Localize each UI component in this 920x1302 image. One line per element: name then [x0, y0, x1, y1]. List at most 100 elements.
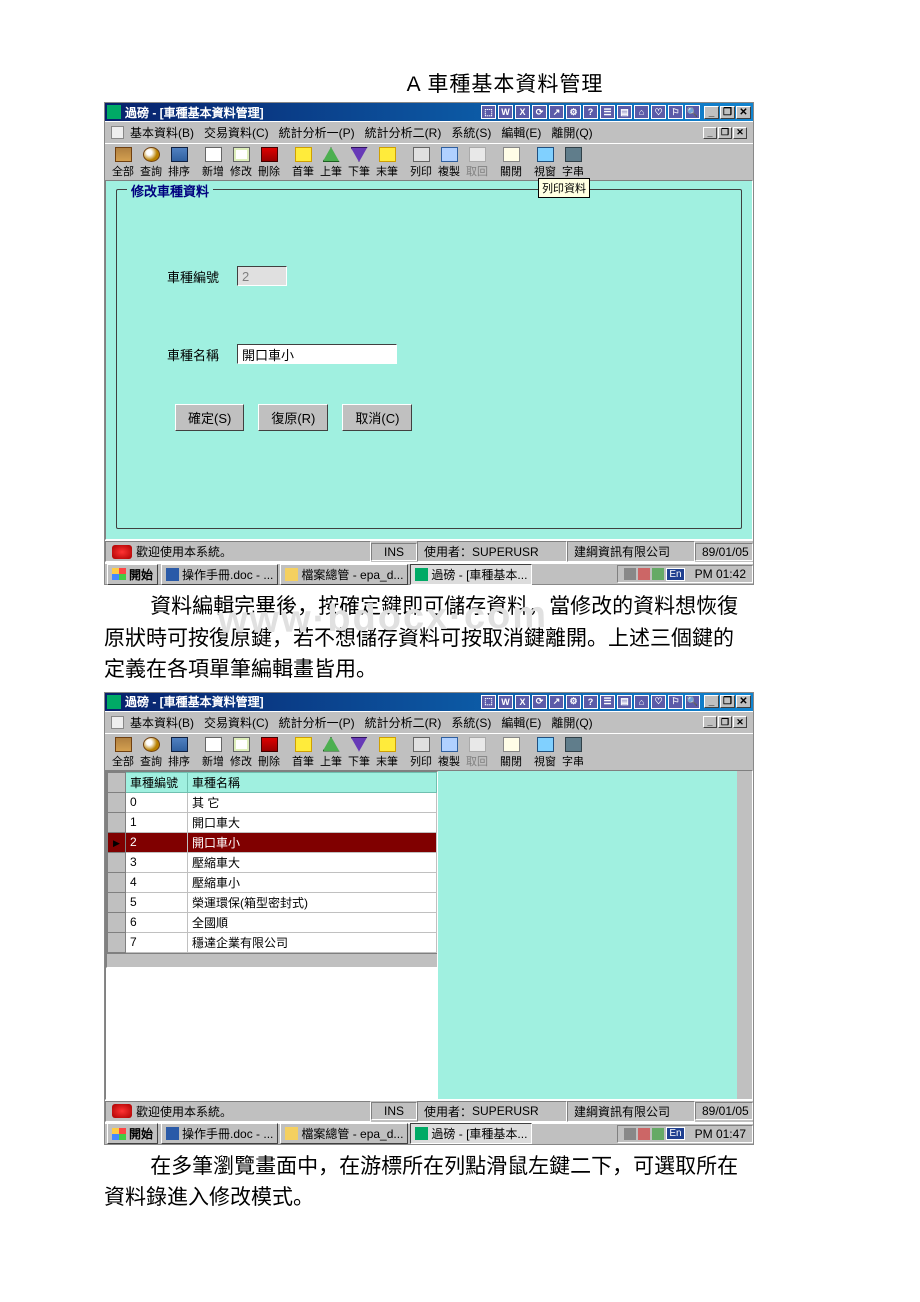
toolbar-next-button[interactable]: 下筆 — [345, 146, 373, 180]
toolbar-mod-button[interactable]: 修改 — [227, 736, 255, 770]
toolbar-print-button[interactable]: 列印 — [407, 736, 435, 770]
menu-basic[interactable]: 基本資料(B) — [130, 124, 194, 141]
toolbar-print-button[interactable]: 列印 — [407, 146, 435, 180]
toolbar-del-button[interactable]: 刪除 — [255, 736, 283, 770]
start-button[interactable]: 開始 — [107, 1123, 158, 1144]
systray-icon[interactable] — [638, 568, 650, 580]
menu-trade[interactable]: 交易資料(C) — [204, 714, 269, 731]
systray-icon[interactable] — [652, 1128, 664, 1140]
ime-indicator[interactable]: En — [666, 1127, 684, 1140]
systray-icon[interactable] — [652, 568, 664, 580]
menu-basic[interactable]: 基本資料(B) — [130, 714, 194, 731]
toolbar-first-button[interactable]: 首筆 — [289, 736, 317, 770]
closef-icon — [503, 147, 520, 162]
toolbar-font-button[interactable]: 字串 — [559, 736, 587, 770]
toolbar-first-button[interactable]: 首筆 — [289, 146, 317, 180]
mdi-restore-button[interactable]: ❐ — [718, 127, 732, 139]
toolbar-query-button[interactable]: 查詢 — [137, 146, 165, 180]
menu-stat2[interactable]: 統計分析二(R) — [365, 714, 442, 731]
taskbar-task-button[interactable]: 過磅 - [車種基本... — [410, 1123, 532, 1144]
mdi-close-button[interactable]: ✕ — [733, 716, 747, 728]
menu-stat1[interactable]: 統計分析一(P) — [279, 714, 355, 731]
table-row[interactable]: 4壓縮車小 — [108, 872, 437, 892]
menu-stat2[interactable]: 統計分析二(R) — [365, 124, 442, 141]
toolbar-next-button[interactable]: 下筆 — [345, 736, 373, 770]
table-row[interactable]: 3壓縮車大 — [108, 852, 437, 872]
data-grid[interactable]: 車種編號 車種名稱 0其 它1開口車大2開口車小3壓縮車大4壓縮車小5榮運環保(… — [106, 771, 438, 1099]
task-label: 操作手冊.doc - ... — [182, 1125, 273, 1142]
restore-button[interactable]: 復原(R) — [258, 404, 328, 431]
toolbar-all-button[interactable]: 全部 — [109, 736, 137, 770]
toolbar-prev-button[interactable]: 上筆 — [317, 146, 345, 180]
toolbar-del-button[interactable]: 刪除 — [255, 146, 283, 180]
table-row[interactable]: 1開口車大 — [108, 812, 437, 832]
mdi-icon[interactable] — [111, 716, 124, 729]
vertical-scrollbar[interactable] — [737, 771, 752, 1099]
toolbar-view-button[interactable]: 視窗 — [531, 736, 559, 770]
minimize-button[interactable]: _ — [704, 695, 719, 708]
table-row[interactable]: 6全國順 — [108, 912, 437, 932]
systray-icon[interactable] — [624, 568, 636, 580]
toolbar-all-button[interactable]: 全部 — [109, 146, 137, 180]
menu-edit[interactable]: 編輯(E) — [501, 714, 541, 731]
vehicle-name-input[interactable] — [237, 344, 397, 364]
toolbar-closef-button[interactable]: 關閉 — [497, 736, 525, 770]
toolbar-prev-button[interactable]: 上筆 — [317, 736, 345, 770]
close-button[interactable]: ✕ — [736, 695, 751, 708]
toolbar-copy-button[interactable]: 複製 — [435, 146, 463, 180]
mdi-icon[interactable] — [111, 126, 124, 139]
maximize-button[interactable]: ❐ — [720, 695, 735, 708]
toolbar-copy-button[interactable]: 複製 — [435, 736, 463, 770]
mdi-close-button[interactable]: ✕ — [733, 127, 747, 139]
menu-exit[interactable]: 離開(Q) — [551, 124, 592, 141]
toolbar-view-button[interactable]: 視窗 — [531, 146, 559, 180]
taskbar-task-button[interactable]: 操作手冊.doc - ... — [161, 1123, 278, 1144]
cancel-button[interactable]: 取消(C) — [342, 404, 412, 431]
toolbar-add-button[interactable]: 新增 — [199, 146, 227, 180]
prev-icon — [323, 737, 340, 752]
grid-hscroll[interactable] — [107, 953, 437, 967]
table-row[interactable]: 0其 它 — [108, 792, 437, 812]
toolbar-last-button[interactable]: 末筆 — [373, 736, 401, 770]
add-icon — [205, 147, 222, 162]
mdi-restore-button[interactable]: ❐ — [718, 716, 732, 728]
toolbar-mod-button[interactable]: 修改 — [227, 146, 255, 180]
window-controls[interactable]: _ ❐ ✕ — [704, 695, 751, 708]
systray-icon[interactable] — [638, 1128, 650, 1140]
toolbar-font-button[interactable]: 字串 — [559, 146, 587, 180]
toolbar-query-button[interactable]: 查詢 — [137, 736, 165, 770]
menu-stat1[interactable]: 統計分析一(P) — [279, 124, 355, 141]
menu-exit[interactable]: 離開(Q) — [551, 714, 592, 731]
window-controls[interactable]: _ ❐ ✕ — [704, 106, 751, 119]
taskbar-task-button[interactable]: 操作手冊.doc - ... — [161, 564, 278, 585]
start-button[interactable]: 開始 — [107, 564, 158, 585]
mdi-minimize-button[interactable]: _ — [703, 716, 717, 728]
systray-icon[interactable] — [624, 1128, 636, 1140]
task-label: 過磅 - [車種基本... — [431, 566, 527, 583]
maximize-button[interactable]: ❐ — [720, 106, 735, 119]
col-header-name[interactable]: 車種名稱 — [188, 772, 437, 792]
col-header-id[interactable]: 車種編號 — [126, 772, 188, 792]
menu-system[interactable]: 系統(S) — [451, 124, 491, 141]
table-row[interactable]: 7穩達企業有限公司 — [108, 932, 437, 952]
ok-button[interactable]: 確定(S) — [175, 404, 244, 431]
ime-indicator[interactable]: En — [666, 568, 684, 581]
cell-name: 壓縮車大 — [188, 852, 437, 872]
toolbar-closef-button[interactable]: 關閉 — [497, 146, 525, 180]
mdi-minimize-button[interactable]: _ — [703, 127, 717, 139]
menu-trade[interactable]: 交易資料(C) — [204, 124, 269, 141]
app-icon — [107, 105, 121, 119]
table-row[interactable]: 2開口車小 — [108, 832, 437, 852]
table-row[interactable]: 5榮運環保(箱型密封式) — [108, 892, 437, 912]
toolbar-sort-button[interactable]: 排序 — [165, 146, 193, 180]
taskbar-task-button[interactable]: 檔案總管 - epa_d... — [280, 564, 408, 585]
toolbar-sort-button[interactable]: 排序 — [165, 736, 193, 770]
minimize-button[interactable]: _ — [704, 106, 719, 119]
close-button[interactable]: ✕ — [736, 106, 751, 119]
taskbar-task-button[interactable]: 檔案總管 - epa_d... — [280, 1123, 408, 1144]
menu-system[interactable]: 系統(S) — [451, 714, 491, 731]
toolbar-last-button[interactable]: 末筆 — [373, 146, 401, 180]
taskbar-task-button[interactable]: 過磅 - [車種基本... — [410, 564, 532, 585]
menu-edit[interactable]: 編輯(E) — [501, 124, 541, 141]
toolbar-add-button[interactable]: 新增 — [199, 736, 227, 770]
